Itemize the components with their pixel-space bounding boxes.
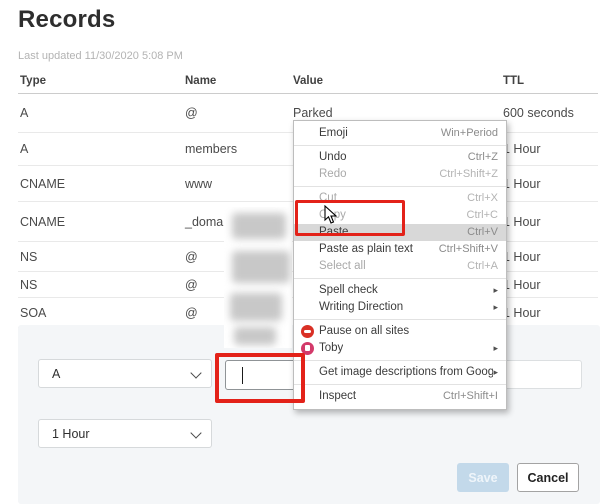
menu-item-writing-direction[interactable]: Writing Direction ▸ bbox=[294, 299, 506, 316]
submenu-arrow-icon: ▸ bbox=[493, 364, 498, 381]
cell-ttl: 1 Hour bbox=[503, 177, 541, 191]
page-title: Records bbox=[18, 6, 115, 34]
chevron-down-icon bbox=[190, 367, 201, 378]
type-select[interactable]: A bbox=[38, 359, 212, 388]
blur-blob bbox=[230, 293, 282, 321]
cell-type: NS bbox=[20, 250, 37, 264]
cell-type: CNAME bbox=[20, 215, 65, 229]
blur-blob bbox=[234, 327, 276, 345]
blur-blob bbox=[232, 213, 286, 239]
last-updated-text: Last updated 11/30/2020 5:08 PM bbox=[18, 50, 183, 62]
menu-separator bbox=[294, 278, 506, 279]
menu-item-label: Redo bbox=[319, 166, 347, 183]
menu-shortcut: Ctrl+V bbox=[467, 224, 498, 241]
menu-shortcut: Ctrl+Shift+I bbox=[443, 388, 498, 405]
cell-value: Parked bbox=[293, 106, 333, 120]
cell-ttl: 600 seconds bbox=[503, 106, 574, 120]
menu-shortcut: Ctrl+Z bbox=[468, 149, 498, 166]
menu-item-undo[interactable]: Undo Ctrl+Z bbox=[294, 149, 506, 166]
menu-item-label: Emoji bbox=[319, 125, 348, 142]
menu-shortcut: Ctrl+Shift+Z bbox=[439, 166, 498, 183]
menu-item-label: Writing Direction bbox=[319, 299, 403, 316]
redacted-values-blur bbox=[224, 207, 292, 348]
menu-item-toby[interactable]: Toby ▸ bbox=[294, 340, 506, 357]
cell-name: @ bbox=[185, 306, 198, 320]
blur-blob bbox=[232, 251, 290, 283]
menu-item-label: Inspect bbox=[319, 388, 356, 405]
menu-item-label: Paste as plain text bbox=[319, 241, 413, 258]
menu-item-redo: Redo Ctrl+Shift+Z bbox=[294, 166, 506, 183]
menu-item-emoji[interactable]: Emoji Win+Period bbox=[294, 125, 506, 142]
menu-shortcut: Ctrl+C bbox=[467, 207, 498, 224]
menu-separator bbox=[294, 319, 506, 320]
menu-separator bbox=[294, 384, 506, 385]
records-table-header: Type Name Value TTL bbox=[18, 72, 598, 94]
header-type: Type bbox=[20, 75, 46, 87]
context-menu: Emoji Win+Period Undo Ctrl+Z Redo Ctrl+Shift+… bbox=[293, 120, 507, 410]
menu-item-label: Spell check bbox=[319, 282, 378, 299]
type-select-value: A bbox=[52, 367, 60, 381]
menu-shortcut: Ctrl+X bbox=[467, 190, 498, 207]
menu-shortcut: Win+Period bbox=[441, 125, 498, 142]
menu-item-label: Get image descriptions from Google bbox=[319, 364, 493, 381]
annotation-box-name-input bbox=[215, 353, 305, 403]
annotation-box-paste bbox=[295, 200, 405, 236]
menu-separator bbox=[294, 360, 506, 361]
menu-item-label: Pause on all sites bbox=[319, 323, 409, 340]
cell-type: A bbox=[20, 142, 28, 156]
submenu-arrow-icon: ▸ bbox=[493, 299, 498, 316]
ttl-select-value: 1 Hour bbox=[52, 427, 90, 441]
cell-ttl: 1 Hour bbox=[503, 250, 541, 264]
menu-shortcut: Ctrl+Shift+V bbox=[439, 241, 498, 258]
header-ttl: TTL bbox=[503, 75, 524, 87]
menu-shortcut: Ctrl+A bbox=[467, 258, 498, 275]
menu-item-get-image-descriptions-from-google[interactable]: Get image descriptions from Google▸ bbox=[294, 364, 506, 381]
cell-type: NS bbox=[20, 278, 37, 292]
mouse-cursor-icon bbox=[324, 205, 338, 225]
menu-separator bbox=[294, 145, 506, 146]
pause-extension-icon bbox=[301, 325, 314, 338]
menu-separator bbox=[294, 186, 506, 187]
menu-item-label: Select all bbox=[319, 258, 366, 275]
menu-item-paste-as-plain-text[interactable]: Paste as plain text Ctrl+Shift+V bbox=[294, 241, 506, 258]
cell-type: A bbox=[20, 106, 28, 120]
menu-item-select-all: Select all Ctrl+A bbox=[294, 258, 506, 275]
ttl-select[interactable]: 1 Hour bbox=[38, 419, 212, 448]
cell-name: @ bbox=[185, 106, 198, 120]
cell-ttl: 1 Hour bbox=[503, 215, 541, 229]
submenu-arrow-icon: ▸ bbox=[493, 282, 498, 299]
cell-ttl: 1 Hour bbox=[503, 306, 541, 320]
cell-name: @ bbox=[185, 278, 198, 292]
header-value: Value bbox=[293, 75, 323, 87]
menu-item-spell-check[interactable]: Spell check ▸ bbox=[294, 282, 506, 299]
cell-name: www bbox=[185, 177, 212, 191]
cell-name: members bbox=[185, 142, 237, 156]
submenu-arrow-icon: ▸ bbox=[493, 340, 498, 357]
cell-ttl: 1 Hour bbox=[503, 142, 541, 156]
cancel-button[interactable]: Cancel bbox=[517, 463, 579, 492]
chevron-down-icon bbox=[190, 427, 201, 438]
menu-item-label: Toby bbox=[319, 340, 343, 357]
menu-item-pause-on-all-sites[interactable]: Pause on all sites bbox=[294, 323, 506, 340]
header-name: Name bbox=[185, 75, 216, 87]
cell-type: CNAME bbox=[20, 177, 65, 191]
cell-name: @ bbox=[185, 250, 198, 264]
menu-item-label: Undo bbox=[319, 149, 347, 166]
dns-records-page: Records Last updated 11/30/2020 5:08 PM … bbox=[0, 0, 600, 504]
cell-ttl: 1 Hour bbox=[503, 278, 541, 292]
save-button[interactable]: Save bbox=[457, 463, 509, 492]
cell-type: SOA bbox=[20, 306, 46, 320]
menu-item-inspect[interactable]: Inspect Ctrl+Shift+I bbox=[294, 388, 506, 405]
